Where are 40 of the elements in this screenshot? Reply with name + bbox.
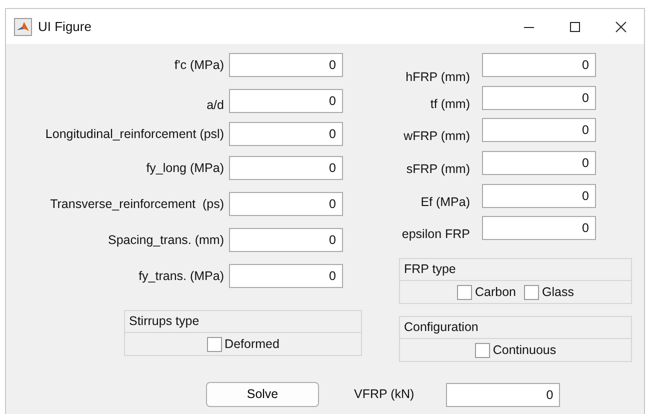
number-field[interactable]: 0: [229, 264, 343, 288]
close-icon[interactable]: [615, 20, 627, 32]
number-field[interactable]: 0: [229, 122, 343, 146]
field-label: f'c (MPa): [174, 56, 224, 74]
checkbox[interactable]: Continuous: [474, 340, 556, 360]
checkbox[interactable]: Deformed: [206, 334, 280, 354]
panel-title: Configuration: [400, 317, 631, 339]
field-label: wFRP (mm): [404, 128, 470, 145]
window-title: UI Figure: [38, 18, 92, 36]
solve-button[interactable]: Solve: [206, 382, 319, 407]
result-field: 0: [446, 382, 560, 406]
app-icon: [14, 18, 32, 36]
field-label: Longitudinal_reinforcement (psl): [45, 126, 224, 143]
maximize-icon[interactable]: [569, 20, 581, 32]
field-label: Ef (MPa): [420, 194, 470, 211]
number-field[interactable]: 0: [482, 216, 596, 240]
number-field[interactable]: 0: [482, 151, 596, 175]
number-field[interactable]: 0: [482, 184, 596, 208]
number-field[interactable]: 0: [229, 156, 343, 180]
field-label: VFRP (kN): [354, 386, 414, 404]
field-label: a/d: [206, 96, 224, 114]
number-field[interactable]: 0: [229, 192, 343, 216]
number-field[interactable]: 0: [482, 53, 596, 77]
number-field[interactable]: 0: [229, 53, 343, 77]
checkbox[interactable]: Carbon: [457, 282, 516, 302]
number-field[interactable]: 0: [482, 86, 596, 110]
checkbox[interactable]: Glass: [524, 282, 574, 302]
field-label: tf (mm): [430, 96, 470, 113]
number-field[interactable]: 0: [229, 228, 343, 252]
field-label: hFRP (mm): [406, 68, 470, 86]
field-label: fy_long (MPa): [146, 160, 224, 177]
panel-title: FRP type: [400, 259, 631, 281]
field-label: fy_trans. (MPa): [138, 268, 224, 285]
field-label: Spacing_trans. (mm): [108, 232, 224, 249]
number-field[interactable]: 0: [482, 118, 596, 142]
field-label: sFRP (mm): [406, 160, 470, 178]
panel-title: Stirrups type: [125, 311, 361, 333]
field-label: epsilon FRP: [402, 226, 470, 243]
number-field[interactable]: 0: [229, 89, 343, 113]
field-label: Transverse_reinforcement (ps): [50, 196, 224, 213]
